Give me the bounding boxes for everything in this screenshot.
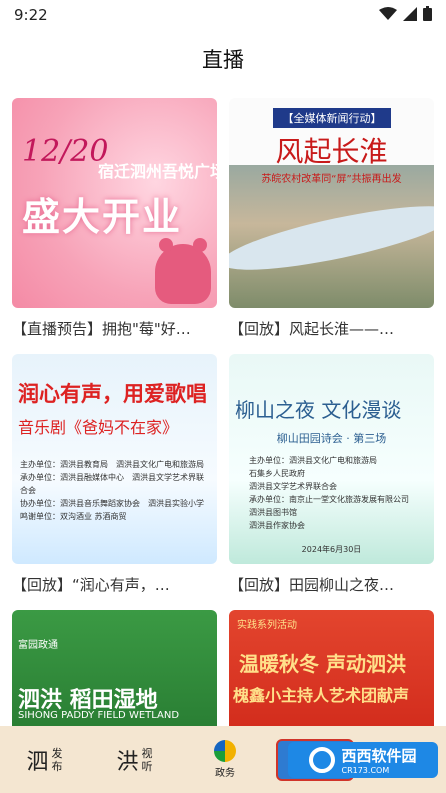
card-thumbnail[interactable]: 12/20 宿迁泗州吾悦广场 盛大开业 <box>12 98 217 308</box>
bear-mascot-image <box>155 238 211 304</box>
thumb-top-text: 实践系列活动 <box>237 620 297 631</box>
nav-item-government[interactable]: 政务 <box>180 730 270 790</box>
watermark-logo: 西西软件园 CR173.COM <box>288 742 438 778</box>
card-thumbnail[interactable]: 【全媒体新闻行动】 风起长淮 苏皖农村改革同“屏”共振再出发 <box>229 98 434 308</box>
wifi-icon <box>379 6 397 20</box>
watermark-text: 西西软件园 <box>341 747 417 765</box>
info-line: 主办单位：泗洪县教育局 泗洪县文化广电和旅游局 <box>20 460 204 469</box>
info-line: 协办单位：泗洪县音乐舞蹈家协会 泗洪县实验小学 <box>20 499 204 508</box>
thumb-subtitle: 柳山田园诗会 · 第三场 <box>276 432 387 445</box>
info-line: 石集乡人民政府 <box>249 469 305 478</box>
nav-item-publish[interactable]: 泗 发布 <box>0 730 90 790</box>
nav-glyph: 洪 <box>116 749 139 775</box>
status-bar: 9:22 <box>0 0 446 32</box>
card-thumbnail[interactable]: 富园政通 泗洪 稻田湿地 SIHONG PADDY FIELD WETLAND <box>12 610 217 726</box>
info-line: 主办单位：泗洪县文化广电和旅游局 <box>249 456 377 465</box>
thumb-tag: 【全媒体新闻行动】 <box>273 108 391 128</box>
card-thumbnail[interactable]: 柳山之夜 文化漫谈 柳山田园诗会 · 第三场 主办单位：泗洪县文化广电和旅游局 … <box>229 354 434 564</box>
live-card[interactable]: 润心有声，用爱歌唱 音乐剧《爸妈不在家》 主办单位：泗洪县教育局 泗洪县文化广电… <box>12 354 217 595</box>
live-card[interactable]: 【全媒体新闻行动】 风起长淮 苏皖农村改革同“屏”共振再出发 【回放】风起长淮—… <box>229 98 434 339</box>
thumb-date: 12/20 <box>22 134 109 169</box>
info-line: 泗洪县图书馆 <box>249 508 297 517</box>
card-thumbnail[interactable]: 实践系列活动 温暖秋冬 声动泗洪 槐鑫小主持人艺术团献声 <box>229 610 434 726</box>
live-card[interactable]: 实践系列活动 温暖秋冬 声动泗洪 槐鑫小主持人艺术团献声 <box>229 610 434 726</box>
nav-glyph: 泗 <box>26 749 49 775</box>
live-card[interactable]: 柳山之夜 文化漫谈 柳山田园诗会 · 第三场 主办单位：泗洪县文化广电和旅游局 … <box>229 354 434 595</box>
watermark-c-icon <box>309 747 336 773</box>
nav-label: 发布 <box>51 746 63 773</box>
nav-item-media[interactable]: 洪 视听 <box>90 730 180 790</box>
info-line: 承办单位：南京止一堂文化旅游发展有限公司 <box>249 495 409 504</box>
thumb-subtitle: SIHONG PADDY FIELD WETLAND <box>18 710 180 721</box>
card-caption[interactable]: 【直播预告】拥抱"莓"好… <box>12 318 217 339</box>
river-image <box>229 193 434 283</box>
info-line: 泗洪县文学艺术界联合会 <box>249 482 337 491</box>
status-icons <box>379 6 432 21</box>
thumb-subtitle: 音乐剧《爸妈不在家》 <box>18 418 179 437</box>
info-line: 鸣谢单位：双沟酒业 苏酒商贸 <box>20 512 127 521</box>
thumb-title: 风起长淮 <box>275 135 388 168</box>
thumb-info: 主办单位：泗洪县教育局 泗洪县文化广电和旅游局 承办单位：泗洪县融媒体中心 泗洪… <box>20 458 210 523</box>
thumb-title: 柳山之夜 文化漫谈 <box>235 398 402 422</box>
signal-icon <box>403 6 417 21</box>
watermark-text-wrap: 西西软件园 CR173.COM <box>341 745 416 775</box>
thumb-subtitle: 苏皖农村改革同“屏”共振再出发 <box>261 174 402 185</box>
thumb-top-text: 富园政通 <box>18 640 58 651</box>
thumb-title: 温暖秋冬 声动泗洪 <box>239 652 406 676</box>
card-caption[interactable]: 【回放】“润心有声，… <box>12 574 217 595</box>
card-caption[interactable]: 【回放】田园柳山之夜… <box>229 574 434 595</box>
info-line: 承办单位：泗洪县融媒体中心 泗洪县文学艺术界联合会 <box>20 473 204 495</box>
nav-label: 视听 <box>141 746 153 773</box>
page-title: 直播 <box>202 48 244 72</box>
status-time: 9:22 <box>14 6 48 24</box>
thumb-info: 主办单位：泗洪县文化广电和旅游局 石集乡人民政府 泗洪县文学艺术界联合会 承办单… <box>249 454 429 532</box>
thumb-line1: 宿迁泗州吾悦广场 <box>98 162 217 181</box>
nav-label: 政务 <box>215 768 235 779</box>
thumb-title: 润心有声，用爱歌唱 <box>18 382 207 406</box>
thumb-subtitle: 槐鑫小主持人艺术团献声 <box>233 686 410 705</box>
card-caption[interactable]: 【回放】风起长淮——… <box>229 318 434 339</box>
thumb-line2: 盛大开业 <box>22 195 183 239</box>
watermark-sub: CR173.COM <box>341 766 390 775</box>
government-icon <box>214 740 236 762</box>
info-line: 泗洪县作家协会 <box>249 521 305 530</box>
live-card[interactable]: 12/20 宿迁泗州吾悦广场 盛大开业 【直播预告】拥抱"莓"好… <box>12 98 217 339</box>
card-thumbnail[interactable]: 润心有声，用爱歌唱 音乐剧《爸妈不在家》 主办单位：泗洪县教育局 泗洪县文化广电… <box>12 354 217 564</box>
thumb-date: 2024年6月30日 <box>301 545 362 554</box>
battery-icon <box>423 6 432 21</box>
live-card[interactable]: 富园政通 泗洪 稻田湿地 SIHONG PADDY FIELD WETLAND <box>12 610 217 726</box>
